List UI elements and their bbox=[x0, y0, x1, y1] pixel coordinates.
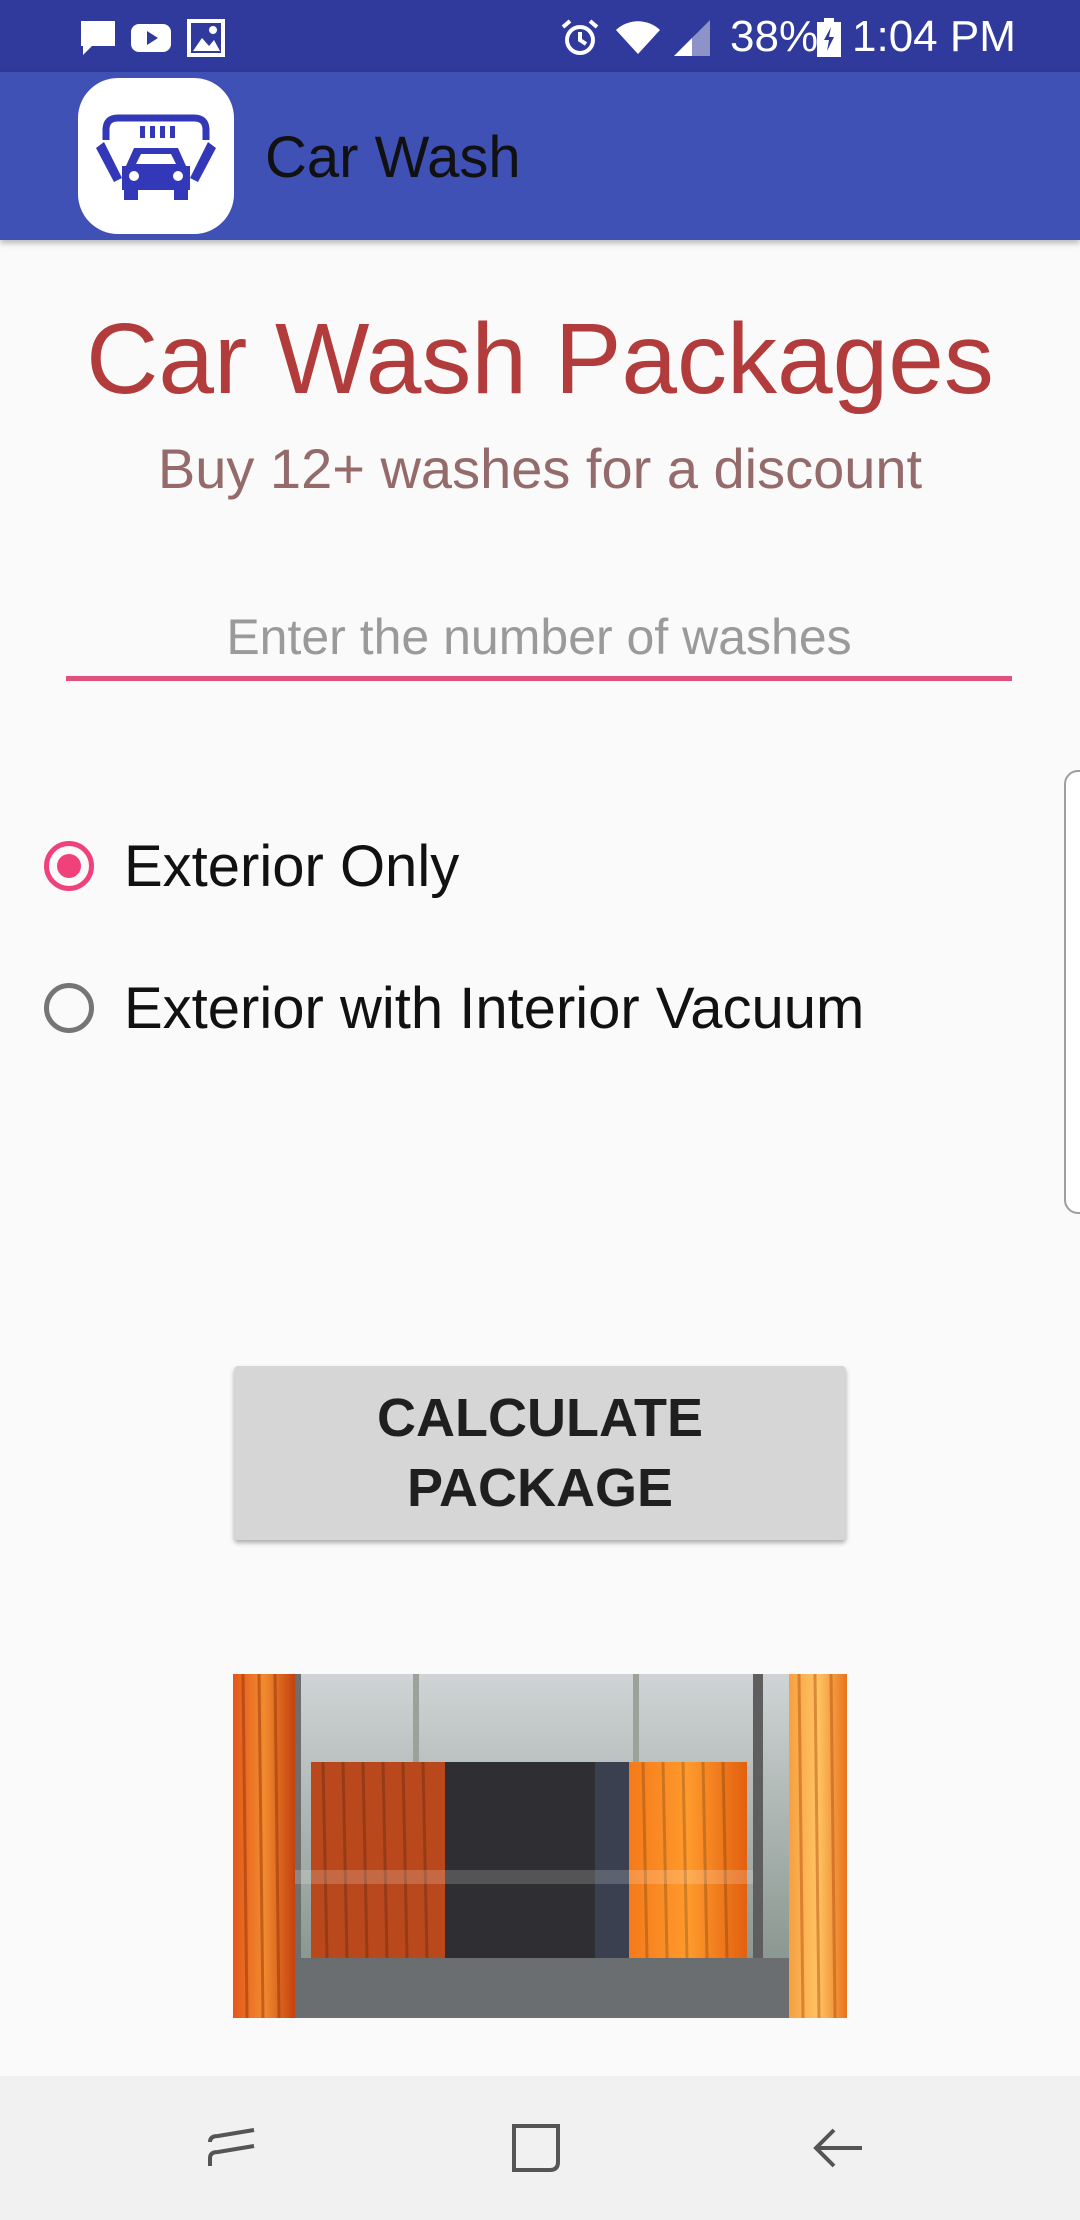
washes-count-input[interactable] bbox=[66, 598, 1012, 681]
radio-exterior-interior-vacuum[interactable]: Exterior with Interior Vacuum bbox=[44, 968, 864, 1048]
battery-icon bbox=[817, 18, 841, 57]
app-title: Car Wash bbox=[265, 125, 521, 190]
battery-percentage: 38% bbox=[730, 12, 819, 61]
radio-label-exterior-interior-vacuum: Exterior with Interior Vacuum bbox=[124, 975, 865, 1041]
radio-button-unchecked[interactable] bbox=[44, 983, 94, 1033]
edge-panel-handle[interactable] bbox=[1064, 770, 1080, 1214]
recent-apps-icon[interactable] bbox=[202, 2118, 262, 2178]
home-icon[interactable] bbox=[506, 2118, 566, 2178]
car-wash-icon bbox=[78, 78, 234, 234]
youtube-icon bbox=[131, 24, 171, 52]
message-icon bbox=[81, 21, 115, 55]
status-bar: 38% 1:04 PM bbox=[0, 0, 1080, 72]
radio-label-exterior-only: Exterior Only bbox=[124, 833, 460, 899]
car-wash-brushes-photo bbox=[233, 1674, 847, 2018]
radio-button-checked[interactable] bbox=[44, 841, 94, 891]
app-bar: Car Wash bbox=[0, 72, 1080, 240]
navigation-bar bbox=[0, 2076, 1080, 2220]
page-subtitle: Buy 12+ washes for a discount bbox=[157, 437, 923, 500]
signal-icon bbox=[674, 20, 710, 56]
gallery-icon bbox=[187, 19, 225, 57]
clock: 1:04 PM bbox=[852, 12, 1016, 61]
calculate-package-button[interactable]: CALCULATE PACKAGE bbox=[234, 1366, 846, 1540]
back-icon[interactable] bbox=[808, 2118, 868, 2178]
alarm-icon bbox=[561, 19, 599, 55]
radio-exterior-only[interactable]: Exterior Only bbox=[44, 826, 459, 906]
page-title: Car Wash Packages bbox=[86, 303, 994, 415]
wifi-icon bbox=[616, 21, 660, 54]
